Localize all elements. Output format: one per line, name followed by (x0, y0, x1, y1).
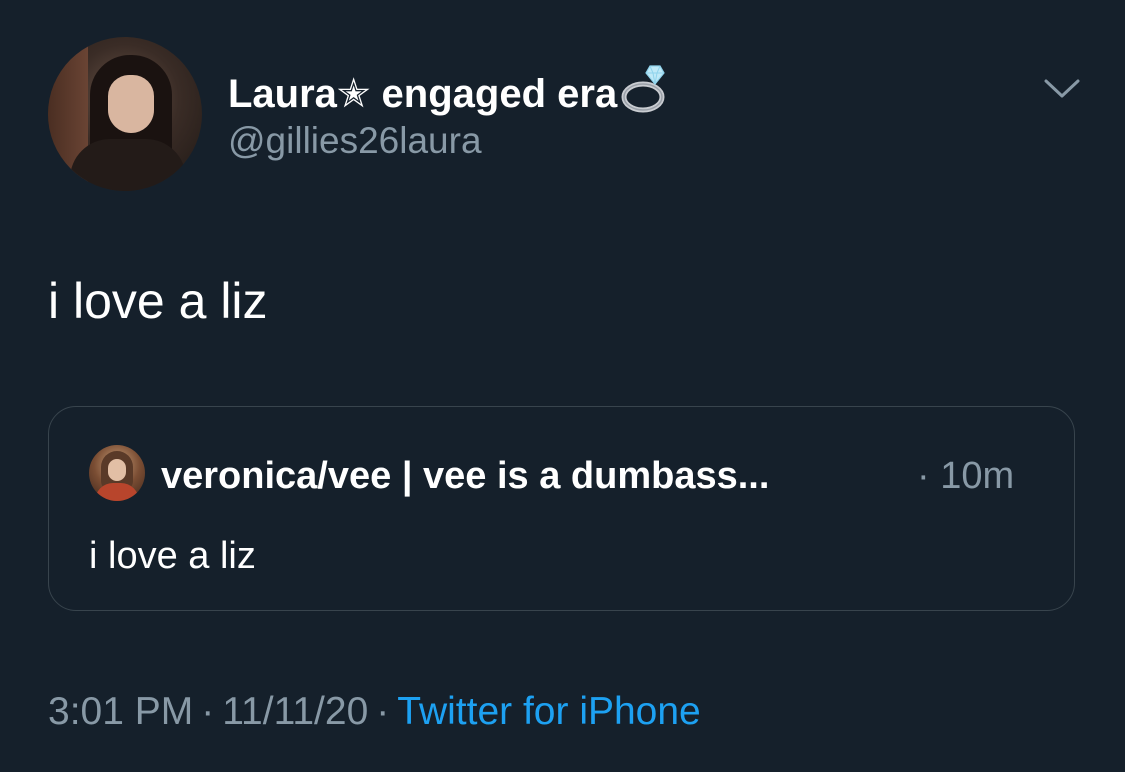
quoted-tweet-card[interactable]: veronica/vee | vee is a dumbass... · 10m… (48, 406, 1075, 611)
quoted-tweet-text: i love a liz (89, 535, 256, 577)
quoted-avatar-face (108, 459, 126, 481)
quoted-author-name[interactable]: veronica/vee | vee is a dumbass... (161, 455, 769, 498)
author-handle[interactable]: @gillies26laura (228, 120, 482, 162)
tweet-date: 11/11/20 (222, 690, 369, 733)
tweet-text: i love a liz (48, 273, 268, 329)
tweet-meta: 3:01 PM · 11/11/20 · Twitter for iPhone (48, 690, 701, 734)
author-display-name[interactable]: Laura✭ engaged era (228, 64, 671, 124)
avatar-body (70, 139, 186, 191)
author-avatar[interactable] (48, 37, 202, 191)
author-display-name-text: Laura✭ engaged era (228, 72, 618, 116)
avatar-face (108, 75, 154, 133)
chevron-down-icon[interactable] (1042, 76, 1082, 102)
ring-icon (619, 64, 671, 124)
meta-separator: · (201, 690, 215, 733)
quoted-tweet-time: · 10m (917, 455, 1015, 497)
meta-separator: · (376, 690, 390, 733)
quoted-author-avatar[interactable] (89, 445, 145, 501)
tweet-source-link[interactable]: Twitter for iPhone (397, 690, 700, 733)
tweet-time: 3:01 PM (48, 690, 194, 733)
quoted-avatar-body (95, 483, 139, 501)
